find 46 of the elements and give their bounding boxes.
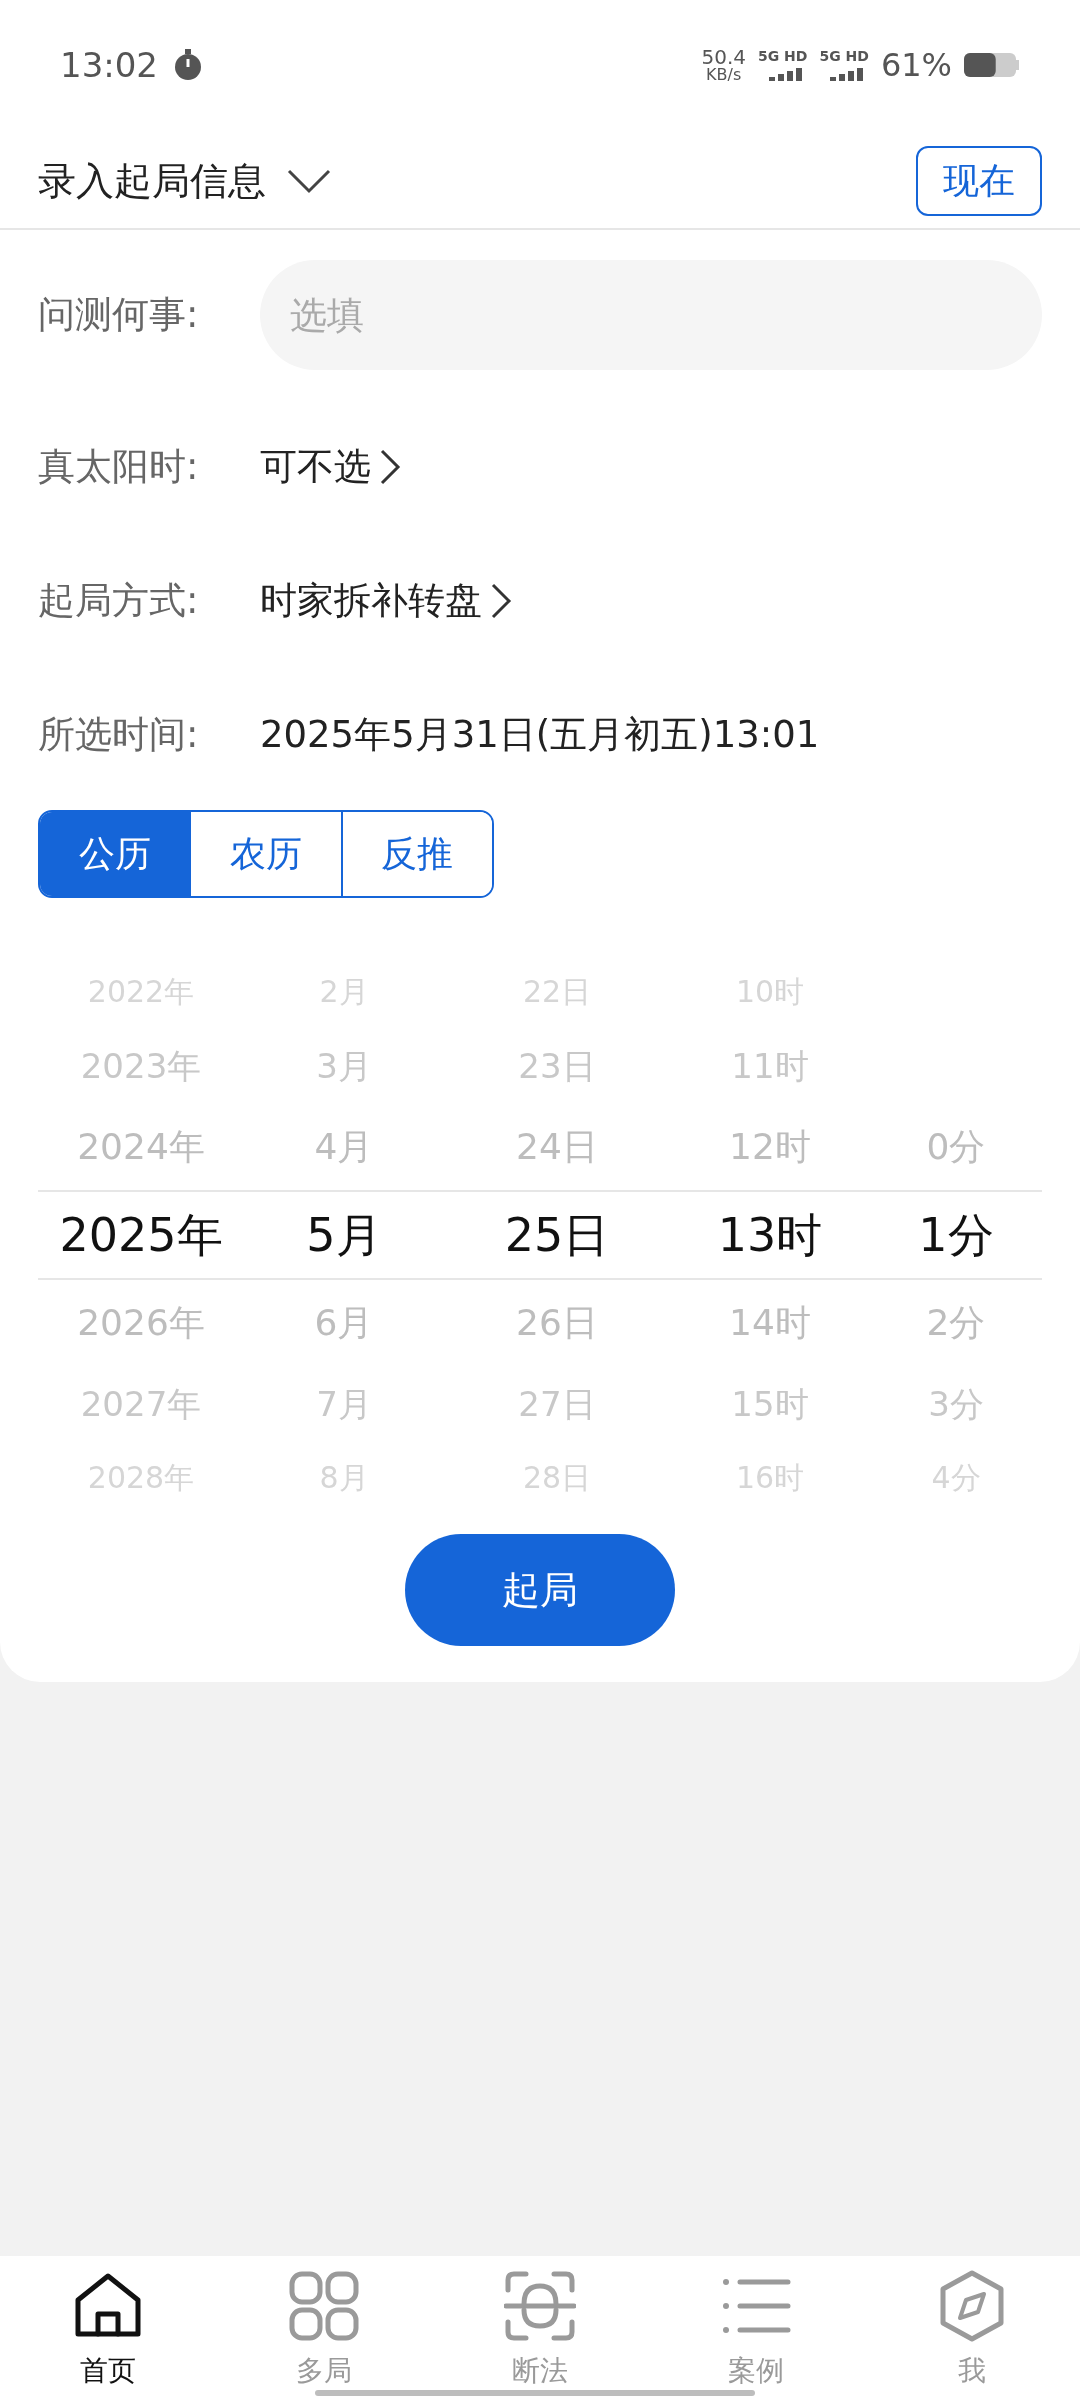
- picker-item[interactable]: 2025年: [38, 1200, 244, 1270]
- picker-item[interactable]: 13时: [670, 1200, 870, 1270]
- picker-item[interactable]: 6月: [244, 1296, 444, 1350]
- picker-item[interactable]: 2026年: [38, 1296, 244, 1350]
- network-type: 5G HD: [819, 49, 869, 63]
- nav-tab[interactable]: 首页: [0, 2270, 216, 2392]
- calendar-tab[interactable]: 反推: [340, 812, 492, 896]
- battery-icon: [964, 51, 1020, 79]
- picker-item[interactable]: 12时: [670, 1120, 870, 1174]
- nav-tab[interactable]: 案例: [648, 2270, 864, 2392]
- picker-item[interactable]: 2024年: [38, 1120, 244, 1174]
- nav-tab[interactable]: 断法: [432, 2270, 648, 2392]
- option-value[interactable]: 时家拆补转盘: [260, 573, 482, 629]
- picker-item[interactable]: 1分: [870, 1200, 1042, 1270]
- chevron-down-icon[interactable]: [286, 168, 332, 194]
- chevron-right-icon: [490, 581, 512, 621]
- grid-icon: [288, 2270, 360, 2342]
- scan-icon: [504, 2270, 576, 2342]
- field-label: 问测何事:: [38, 292, 200, 339]
- now-button[interactable]: 现在: [916, 146, 1042, 216]
- question-field[interactable]: 选填: [260, 260, 1042, 370]
- status-time: 13:02: [60, 43, 158, 87]
- network-speed: 50.4: [701, 47, 746, 67]
- picker-item[interactable]: 2分: [870, 1296, 1042, 1350]
- picker-item[interactable]: 26日: [444, 1296, 670, 1350]
- selected-time: 2025年5月31日(五月初五)13:01: [260, 712, 820, 759]
- picker-item[interactable]: 0分: [870, 1120, 1042, 1174]
- picker-item[interactable]: 24日: [444, 1120, 670, 1174]
- field-label: 所选时间:: [38, 712, 200, 759]
- start-button[interactable]: 起局: [405, 1534, 675, 1646]
- calendar-tab[interactable]: 公历: [40, 812, 190, 896]
- network-type: 5G HD: [757, 49, 808, 63]
- chevron-right-icon: [379, 447, 401, 487]
- picker-item[interactable]: 4月: [244, 1120, 444, 1174]
- field-label: 起局方式:: [38, 578, 200, 625]
- speed-unit: KB/s: [706, 67, 742, 83]
- battery-percent: 61%: [880, 45, 952, 86]
- field-label: 真太阳时:: [38, 444, 200, 491]
- timer-icon: [174, 49, 202, 81]
- picker-item[interactable]: 25日: [444, 1200, 670, 1270]
- nav-tab[interactable]: 多局: [216, 2270, 432, 2392]
- nav-tab[interactable]: 我: [864, 2270, 1080, 2392]
- page-title[interactable]: 录入起局信息: [38, 152, 266, 210]
- option-value[interactable]: 可不选: [260, 439, 371, 495]
- picker-item[interactable]: 14时: [670, 1296, 870, 1350]
- picker-item[interactable]: 5月: [244, 1200, 444, 1270]
